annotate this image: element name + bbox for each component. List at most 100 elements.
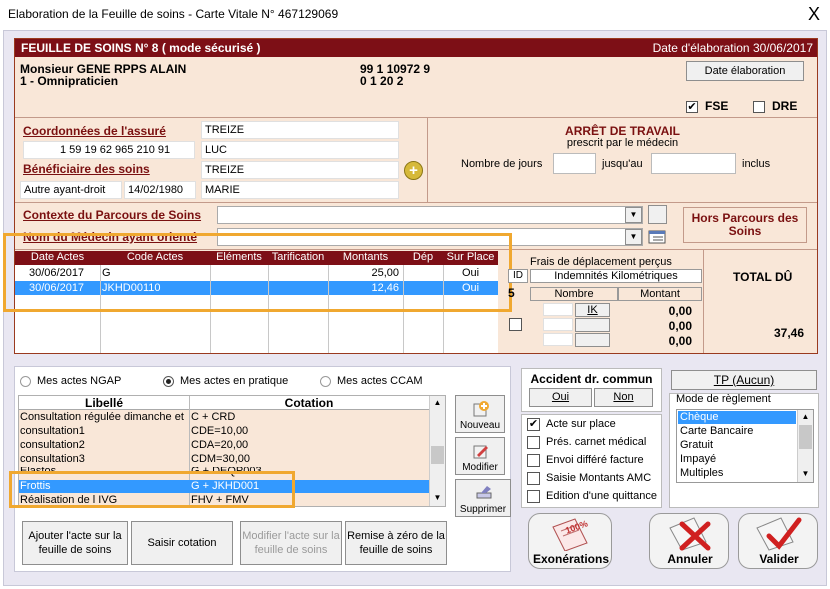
radio-dot-icon bbox=[166, 379, 171, 384]
total-label: TOTAL DÛ bbox=[733, 270, 793, 284]
cancel-icon bbox=[668, 516, 712, 552]
tab-ngap-label[interactable]: Mes actes NGAP bbox=[37, 375, 121, 387]
pres-carnet-label: Prés. carnet médical bbox=[546, 436, 647, 448]
highlight-box bbox=[3, 233, 512, 312]
ajouter-acte-button[interactable]: Ajouter l'acte sur la feuille de soins bbox=[22, 521, 128, 565]
frais-nombre-3[interactable] bbox=[543, 333, 573, 346]
annuler-button[interactable]: Annuler bbox=[649, 513, 729, 569]
tp-button[interactable]: TP (Aucun) bbox=[671, 370, 817, 390]
close-icon[interactable]: X bbox=[803, 3, 825, 25]
chevron-down-icon[interactable]: ▼ bbox=[798, 467, 813, 481]
list-item-cotation: CDM=30,00 bbox=[191, 453, 251, 465]
frais-title: Frais de déplacement perçus bbox=[530, 256, 672, 268]
frais-button-3[interactable] bbox=[575, 333, 610, 347]
tab-ccam-label[interactable]: Mes actes CCAM bbox=[337, 375, 423, 387]
total-value: 37,46 bbox=[773, 326, 804, 340]
list-item[interactable]: consultation1 CDE=10,00 bbox=[19, 425, 429, 438]
edit-icon bbox=[472, 442, 490, 460]
arret-title: ARRÊT DE TRAVAIL bbox=[565, 124, 680, 138]
pres-carnet-checkbox[interactable] bbox=[527, 436, 540, 449]
nombre-jours-label: Nombre de jours bbox=[461, 158, 543, 170]
arret-subtitle: prescrit par le médecin bbox=[566, 137, 679, 149]
hors-parcours-button[interactable]: Hors Parcours des Soins bbox=[683, 207, 807, 243]
exonerations-label: Exonérations bbox=[532, 552, 610, 566]
reglement-item[interactable]: Multiples bbox=[678, 467, 796, 480]
ik-button[interactable]: IK bbox=[575, 303, 610, 317]
list-scrollbar[interactable]: ▲ ▼ bbox=[429, 396, 445, 506]
radio-pratique[interactable] bbox=[163, 376, 174, 387]
add-beneficiary-icon[interactable]: + bbox=[404, 161, 423, 180]
calendar-icon[interactable] bbox=[648, 228, 666, 244]
divider bbox=[15, 202, 817, 203]
accident-oui-button[interactable]: Oui bbox=[529, 388, 592, 407]
ayant-droit-field[interactable]: Autre ayant-droit bbox=[20, 181, 122, 199]
frais-montant-3: 0,00 bbox=[668, 334, 692, 348]
saisie-amc-checkbox[interactable] bbox=[527, 472, 540, 485]
list-item-cotation: CDA=20,00 bbox=[191, 439, 249, 451]
chevron-up-icon[interactable]: ▲ bbox=[430, 396, 445, 410]
reglement-item[interactable]: Carte Bancaire bbox=[678, 425, 796, 438]
context-extra-button[interactable] bbox=[648, 205, 667, 224]
list-item[interactable]: consultation3 CDM=30,00 bbox=[19, 453, 429, 466]
scrollbar-thumb[interactable] bbox=[799, 425, 812, 449]
valider-button[interactable]: Valider bbox=[738, 513, 818, 569]
contexte-parcours-select[interactable] bbox=[217, 206, 643, 224]
chevron-down-icon[interactable]: ▼ bbox=[625, 229, 642, 245]
chevron-down-icon[interactable]: ▼ bbox=[625, 207, 642, 223]
reglement-item[interactable]: Impayé bbox=[678, 453, 796, 466]
jusquau-field[interactable] bbox=[651, 153, 736, 174]
reglement-item[interactable]: Gratuit bbox=[678, 439, 796, 452]
annuler-label: Annuler bbox=[667, 552, 713, 566]
doctor-specialty: 1 - Omnipraticien bbox=[20, 74, 119, 88]
beneficiaire-firstname-field[interactable]: MARIE bbox=[201, 181, 399, 199]
fse-checkbox[interactable]: ✔ bbox=[686, 101, 698, 113]
assure-name-field[interactable]: TREIZE bbox=[201, 121, 399, 139]
exonerations-button[interactable]: 100% Exonérations bbox=[528, 513, 612, 569]
assure-number-field[interactable]: 1 59 19 62 965 210 91 bbox=[23, 141, 195, 159]
beneficiaire-name-field[interactable]: TREIZE bbox=[201, 161, 399, 179]
supprimer-button[interactable]: Supprimer bbox=[455, 479, 511, 517]
accident-non-button[interactable]: Non bbox=[594, 388, 653, 407]
frais-montant-1: 0,00 bbox=[668, 304, 692, 318]
remise-zero-button[interactable]: Remise à zéro de la feuille de soins bbox=[345, 521, 447, 565]
frais-id: ID bbox=[508, 269, 528, 283]
list-item[interactable]: consultation2 CDA=20,00 bbox=[19, 439, 429, 452]
frais-montant-2: 0,00 bbox=[668, 319, 692, 333]
beneficiaire-link[interactable]: Bénéficiaire des soins bbox=[23, 162, 150, 176]
modifier-button[interactable]: Modifier bbox=[455, 437, 505, 475]
frais-nombre-1[interactable] bbox=[543, 303, 573, 316]
coordonnees-assure-link[interactable]: Coordonnées de l'assuré bbox=[23, 124, 166, 138]
chevron-down-icon[interactable]: ▼ bbox=[430, 491, 445, 505]
reglement-scrollbar[interactable]: ▲ ▼ bbox=[797, 410, 813, 482]
scrollbar-thumb[interactable] bbox=[431, 446, 444, 464]
modifier-acte-button[interactable]: Modifier l'acte sur la feuille de soins bbox=[240, 521, 342, 565]
radio-ccam[interactable] bbox=[320, 376, 331, 387]
assure-firstname-field[interactable]: LUC bbox=[201, 141, 399, 159]
radio-ngap[interactable] bbox=[20, 376, 31, 387]
date-elaboration-button[interactable]: Date élaboration bbox=[686, 61, 804, 81]
reglement-title: Mode de règlement bbox=[676, 393, 771, 405]
quittance-checkbox[interactable] bbox=[527, 490, 540, 503]
jusquau-label: jusqu'au bbox=[602, 158, 643, 170]
frais-ik-label: Indemnités Kilométriques bbox=[530, 269, 702, 283]
dre-checkbox[interactable] bbox=[753, 101, 765, 113]
window-title: Elaboration de la Feuille de soins - Car… bbox=[8, 7, 339, 21]
frais-nombre-2[interactable] bbox=[543, 318, 573, 331]
check-icon bbox=[755, 516, 803, 552]
nombre-jours-field[interactable] bbox=[553, 153, 596, 174]
envoi-differe-checkbox[interactable] bbox=[527, 454, 540, 467]
divider bbox=[15, 117, 817, 118]
reglement-item[interactable]: Chèque bbox=[678, 411, 796, 424]
list-item[interactable]: Consultation régulée dimanche et IC + CR… bbox=[19, 411, 429, 424]
chevron-up-icon[interactable]: ▲ bbox=[798, 410, 813, 424]
frais-checkbox[interactable] bbox=[509, 318, 522, 331]
birthdate-field[interactable]: 14/02/1980 bbox=[124, 181, 196, 199]
divider bbox=[703, 250, 704, 353]
acte-sur-place-checkbox[interactable]: ✔ bbox=[527, 418, 540, 431]
frais-button-2[interactable] bbox=[575, 318, 610, 332]
nouveau-button[interactable]: Nouveau bbox=[455, 395, 505, 433]
saisir-cotation-button[interactable]: Saisir cotation bbox=[131, 521, 233, 565]
dre-label: DRE bbox=[772, 99, 798, 113]
contexte-parcours-link[interactable]: Contexte du Parcours de Soins bbox=[23, 208, 201, 222]
tab-pratique-label[interactable]: Mes actes en pratique bbox=[180, 375, 288, 387]
